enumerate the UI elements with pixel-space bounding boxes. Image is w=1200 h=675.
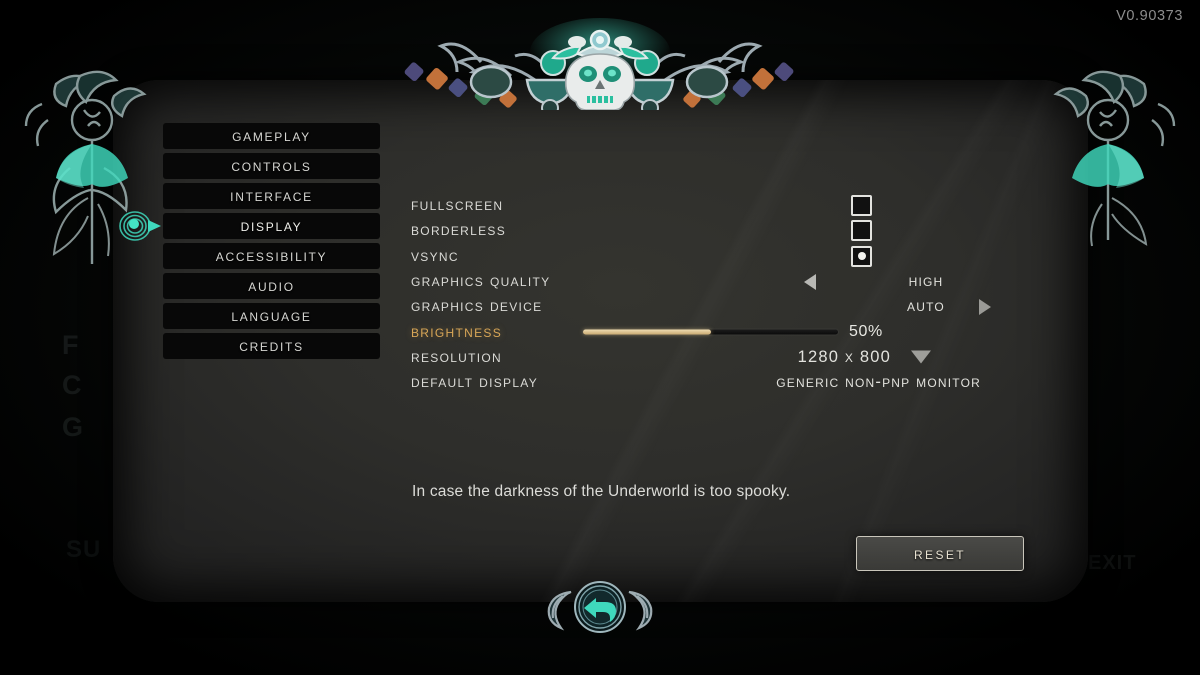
setting-row-resolution[interactable]: Resolution 1280 x 800 [411,345,1011,370]
default-display-value: Generic Non-PnP Monitor [776,373,981,392]
vsync-checkbox[interactable] [851,245,872,267]
setting-label: Fullscreen [411,196,504,215]
sidebar-item-display[interactable]: Display [119,211,380,241]
setting-row-graphics-device[interactable]: Graphics Device Auto [411,294,1011,319]
setting-label: Graphics Device [411,297,543,316]
sidebar-item-label: Credits [239,336,304,355]
setting-row-vsync[interactable]: VSync [411,244,1011,269]
sidebar-item-gameplay[interactable]: Gameplay [163,123,380,149]
settings-list: Fullscreen Borderless VSync Graphics Qua… [411,193,1011,395]
setting-label: Default Display [411,373,539,392]
resolution-dropdown-arrow-icon[interactable] [911,350,931,364]
fullscreen-checkbox[interactable] [851,195,872,217]
background-word: G [62,412,85,442]
setting-row-fullscreen[interactable]: Fullscreen [411,193,1011,218]
background-word: SU [66,536,102,563]
graphics-quality-prev-arrow-icon[interactable] [804,273,816,290]
reset-button[interactable]: Reset [856,536,1024,571]
setting-label: VSync [411,246,459,265]
settings-sidebar: Gameplay Controls Interface Display Acce… [119,123,380,363]
version-label: V0.90373 [1116,8,1183,24]
teal-selection-cursor-icon [119,211,161,241]
sidebar-item-credits[interactable]: Credits [163,333,380,359]
setting-label: Resolution [411,347,503,366]
resolution-value: 1280 x 800 [797,347,891,366]
sidebar-item-label: Audio [248,276,295,295]
setting-label: Brightness [411,322,503,341]
reset-button-label: Reset [913,543,966,563]
setting-row-brightness[interactable]: Brightness 50% [411,319,1011,344]
back-button[interactable] [541,578,659,636]
graphics-quality-value: High [908,272,944,291]
setting-label: Graphics Quality [411,272,551,291]
sidebar-item-label: Accessibility [215,246,328,265]
sidebar-item-label: Gameplay [232,126,311,145]
sidebar-item-accessibility[interactable]: Accessibility [163,243,380,269]
sidebar-item-label: Display [240,216,303,235]
setting-description: In case the darkness of the Underworld i… [412,483,791,500]
sidebar-item-label: Interface [230,186,313,205]
background-word: EXIT [1088,552,1137,574]
background-word: F [62,330,80,360]
brightness-slider[interactable] [583,329,838,335]
setting-row-graphics-quality[interactable]: Graphics Quality High [411,269,1011,294]
setting-row-borderless[interactable]: Borderless [411,218,1011,243]
background-word: C [62,370,83,400]
sidebar-item-controls[interactable]: Controls [163,153,380,179]
sidebar-item-label: Controls [231,156,312,175]
setting-row-default-display[interactable]: Default Display Generic Non-PnP Monitor [411,370,1011,395]
sidebar-item-language[interactable]: Language [163,303,380,329]
sidebar-item-interface[interactable]: Interface [163,183,380,209]
setting-label: Borderless [411,221,507,240]
sidebar-item-label: Language [231,306,312,325]
sidebar-item-audio[interactable]: Audio [163,273,380,299]
graphics-device-next-arrow-icon[interactable] [979,298,991,315]
brightness-value: 50% [849,323,883,341]
settings-screen: F C G SU EXIT V0.90373 gameplay controls… [0,0,1200,675]
borderless-checkbox[interactable] [851,220,872,242]
